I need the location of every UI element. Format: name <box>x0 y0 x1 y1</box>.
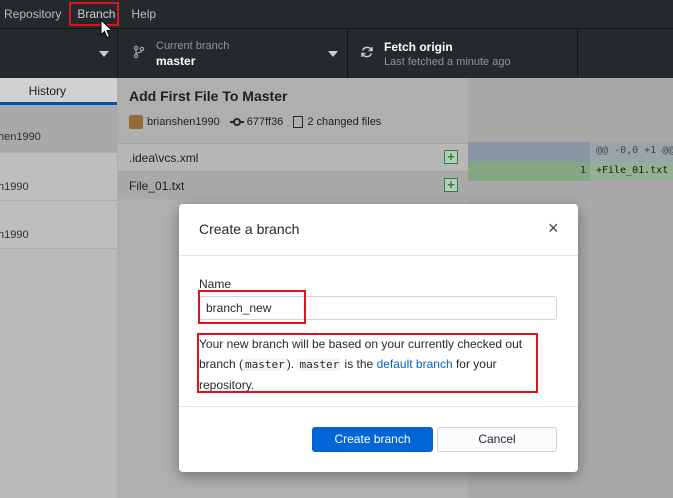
create-branch-button[interactable]: Create branch <box>312 427 433 452</box>
chevron-down-icon <box>328 51 338 57</box>
current-branch-value: master <box>156 53 196 68</box>
menu-branch[interactable]: Branch <box>69 0 123 28</box>
name-label: Name <box>199 277 232 291</box>
fetch-origin-button[interactable]: Fetch origin Last fetched a minute ago <box>348 29 578 78</box>
current-branch-label: Current branch <box>156 39 230 52</box>
sync-icon <box>358 45 376 62</box>
current-branch-button[interactable]: Current branch master <box>118 29 348 78</box>
fetch-origin-label: Fetch origin <box>384 39 453 54</box>
chevron-down-icon <box>99 51 109 57</box>
default-branch-link[interactable]: default branch <box>377 357 453 371</box>
branch-name-input[interactable] <box>199 296 557 320</box>
note-text: ). <box>286 357 298 371</box>
branch-base-note: Your new branch will be based on your cu… <box>199 334 551 395</box>
branch-code: master <box>243 358 287 371</box>
branch-icon <box>130 45 148 62</box>
cancel-button[interactable]: Cancel <box>437 427 557 452</box>
note-text: is the <box>341 357 377 371</box>
mouse-cursor-icon <box>100 19 114 39</box>
menu-help[interactable]: Help <box>123 0 164 28</box>
menu-repository[interactable]: Repository <box>0 0 69 28</box>
dialog-header: Create a branch × <box>179 204 578 256</box>
branch-code: master <box>297 358 342 371</box>
close-icon[interactable]: × <box>548 218 559 238</box>
create-branch-dialog: Create a branch × Name Your new branch w… <box>179 204 578 472</box>
dialog-title: Create a branch <box>199 221 300 237</box>
last-fetched-text: Last fetched a minute ago <box>384 55 511 68</box>
